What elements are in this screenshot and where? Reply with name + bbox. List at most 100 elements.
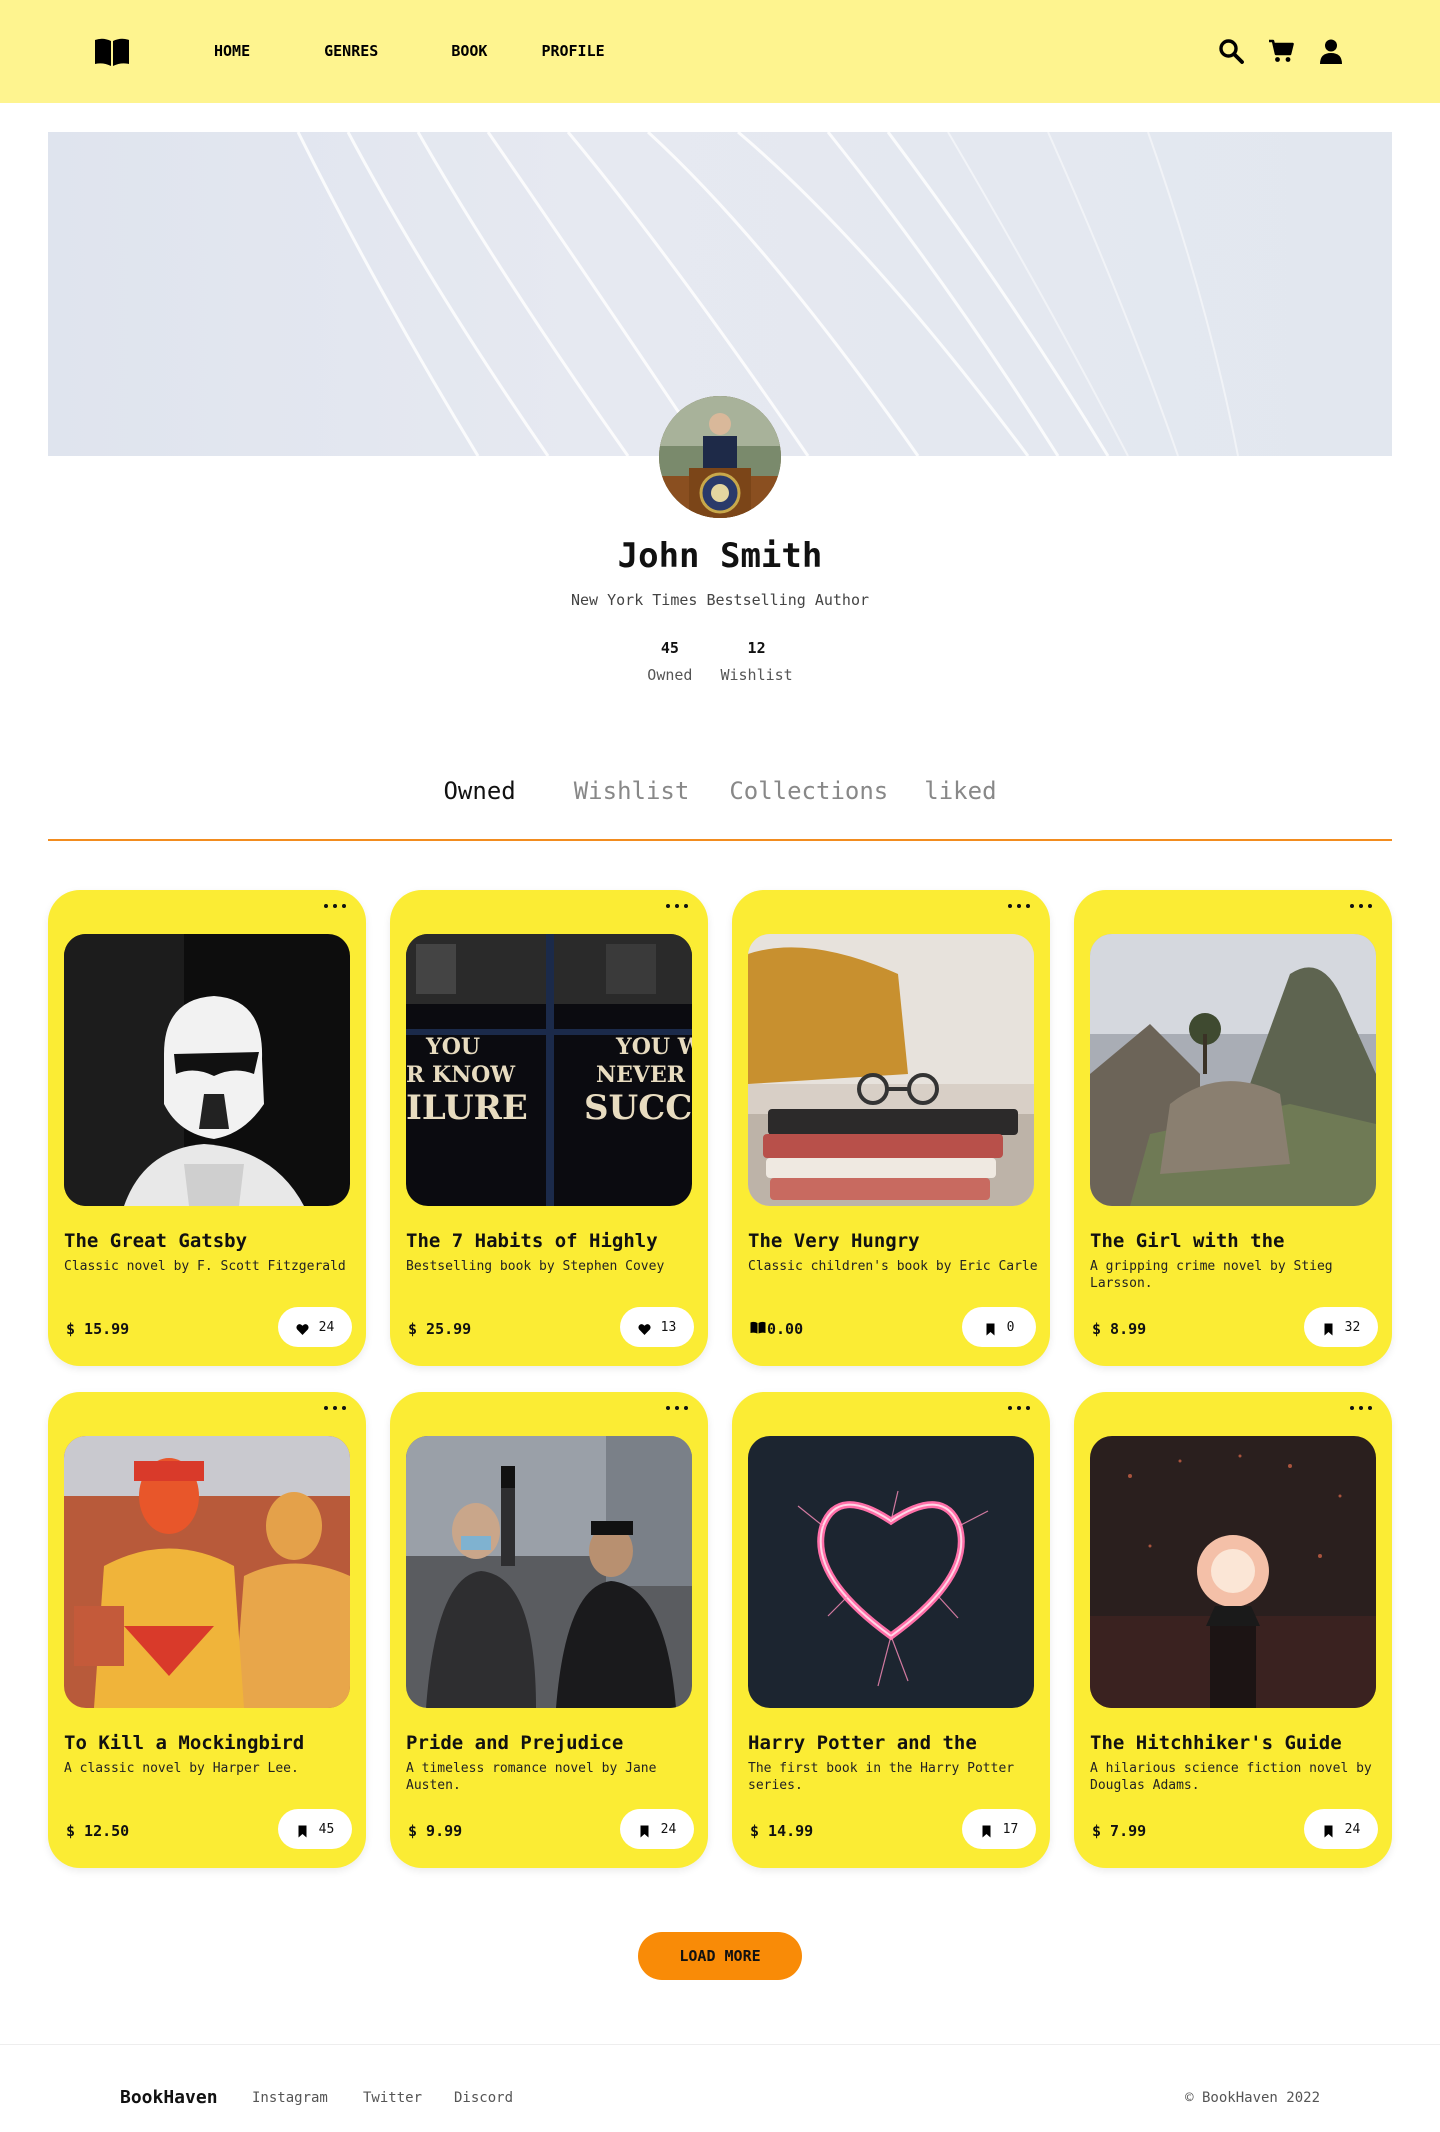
book-title: Harry Potter and the bbox=[748, 1732, 977, 1754]
bookmark-button[interactable]: 0 bbox=[962, 1307, 1036, 1347]
more-options-icon[interactable] bbox=[666, 1402, 688, 1414]
bookmark-count: 0 bbox=[1006, 1319, 1015, 1335]
more-options-icon[interactable] bbox=[324, 900, 346, 912]
bookmark-icon bbox=[1322, 1823, 1335, 1837]
book-price: 0.00 bbox=[750, 1320, 803, 1338]
svg-text:YOU: YOU bbox=[425, 1034, 480, 1060]
footer: BookHaven Instagram Twitter Discord © Bo… bbox=[0, 2044, 1440, 2132]
avatar[interactable] bbox=[659, 396, 781, 518]
stat-label: Wishlist bbox=[720, 666, 793, 684]
book-price: $ 15.99 bbox=[66, 1320, 130, 1338]
book-title: The Very Hungry bbox=[748, 1230, 920, 1252]
book-cover-image[interactable] bbox=[406, 1436, 692, 1708]
bookmark-button[interactable]: 45 bbox=[278, 1809, 352, 1849]
book-description: The first book in the Harry Potter serie… bbox=[748, 1761, 1015, 1793]
book-title: To Kill a Mockingbird bbox=[64, 1732, 305, 1754]
svg-text:NEVER KN: NEVER KN bbox=[596, 1062, 692, 1088]
tab-wishlist[interactable]: Wishlist bbox=[574, 777, 690, 805]
footer-link-discord[interactable]: Discord bbox=[454, 2090, 513, 2106]
stat-owned: 45 Owned bbox=[647, 639, 692, 684]
book-cover-image[interactable] bbox=[64, 934, 350, 1206]
more-options-icon[interactable] bbox=[1350, 1402, 1372, 1414]
book-card[interactable]: Pride and Prejudice A timeless romance n… bbox=[390, 1392, 708, 1868]
bookmark-count: 24 bbox=[660, 1821, 677, 1837]
book-title: The Great Gatsby bbox=[64, 1230, 248, 1252]
profile-tabs: Owned Wishlist Collections liked bbox=[0, 777, 1440, 805]
book-description: A timeless romance novel by Jane Austen. bbox=[406, 1761, 657, 1793]
book-card[interactable]: Harry Potter and the The first book in t… bbox=[732, 1392, 1050, 1868]
book-grid: The Great Gatsby Classic novel by F. Sco… bbox=[48, 890, 1392, 1868]
svg-text:YOU WI: YOU WI bbox=[615, 1034, 692, 1060]
like-button[interactable]: 24 bbox=[278, 1307, 352, 1347]
bookmark-count: 24 bbox=[1344, 1821, 1361, 1837]
search-icon[interactable] bbox=[1218, 38, 1244, 64]
stat-value: 45 bbox=[660, 639, 679, 657]
top-nav: HOME GENRES BOOK PROFILE bbox=[0, 0, 1440, 103]
svg-text:R KNOW: R KNOW bbox=[406, 1062, 515, 1088]
book-cover-image[interactable] bbox=[64, 1436, 350, 1708]
more-options-icon[interactable] bbox=[1008, 900, 1030, 912]
tab-owned[interactable]: Owned bbox=[443, 777, 515, 805]
bookmark-button[interactable]: 24 bbox=[620, 1809, 694, 1849]
profile-name: John Smith bbox=[617, 536, 823, 576]
book-description: Bestselling book by Stephen Covey bbox=[406, 1259, 665, 1274]
book-card[interactable]: The Very Hungry Classic children's book … bbox=[732, 890, 1050, 1366]
book-card[interactable]: To Kill a Mockingbird A classic novel by… bbox=[48, 1392, 366, 1868]
nav-link-profile[interactable]: PROFILE bbox=[541, 42, 604, 60]
book-card[interactable]: The Great Gatsby Classic novel by F. Sco… bbox=[48, 890, 366, 1366]
more-options-icon[interactable] bbox=[1350, 900, 1372, 912]
nav-link-genres[interactable]: GENRES bbox=[324, 42, 378, 60]
book-cover-image[interactable] bbox=[1090, 1436, 1376, 1708]
stat-label: Owned bbox=[647, 666, 693, 684]
bookmark-icon bbox=[980, 1823, 993, 1837]
nav-link-home[interactable]: HOME bbox=[214, 42, 250, 60]
like-count: 13 bbox=[660, 1319, 677, 1335]
tab-collections[interactable]: Collections bbox=[729, 777, 888, 805]
book-description: Classic children's book by Eric Carle bbox=[748, 1259, 1038, 1274]
footer-brand[interactable]: BookHaven bbox=[120, 2087, 218, 2108]
cart-icon[interactable] bbox=[1268, 38, 1294, 64]
book-open-icon[interactable] bbox=[94, 37, 130, 67]
book-title: The Hitchhiker's Guide bbox=[1090, 1732, 1342, 1754]
profile-stats: 45 Owned 12 Wishlist bbox=[0, 639, 1440, 684]
book-price: $ 25.99 bbox=[408, 1320, 472, 1338]
bookmark-button[interactable]: 17 bbox=[962, 1809, 1036, 1849]
book-description: A gripping crime novel by Stieg Larsson. bbox=[1090, 1259, 1333, 1291]
book-title: The Girl with the bbox=[1090, 1230, 1285, 1252]
book-cover-image[interactable] bbox=[748, 934, 1034, 1206]
footer-link-instagram[interactable]: Instagram bbox=[252, 2090, 328, 2106]
book-price: $ 12.50 bbox=[66, 1822, 130, 1840]
book-price: $ 9.99 bbox=[408, 1822, 463, 1840]
bookmark-count: 17 bbox=[1002, 1821, 1019, 1837]
book-description: A hilarious science fiction novel by Dou… bbox=[1090, 1761, 1372, 1793]
tab-underline bbox=[48, 839, 1392, 841]
book-card[interactable]: The Girl with the A gripping crime novel… bbox=[1074, 890, 1392, 1366]
book-description: A classic novel by Harper Lee. bbox=[64, 1761, 299, 1776]
more-options-icon[interactable] bbox=[666, 900, 688, 912]
load-more-button[interactable]: LOAD MORE bbox=[638, 1932, 802, 1980]
footer-link-twitter[interactable]: Twitter bbox=[363, 2090, 422, 2106]
book-price: $ 14.99 bbox=[750, 1822, 814, 1840]
book-cover-image[interactable] bbox=[1090, 934, 1376, 1206]
bookmark-button[interactable]: 32 bbox=[1304, 1307, 1378, 1347]
more-options-icon[interactable] bbox=[1008, 1402, 1030, 1414]
nav-link-book[interactable]: BOOK bbox=[451, 42, 487, 60]
more-options-icon[interactable] bbox=[324, 1402, 346, 1414]
stat-wishlist: 12 Wishlist bbox=[720, 639, 792, 684]
book-cover-image[interactable]: YOUR KNOWILURE YOU WINEVER KNSUCCE bbox=[406, 934, 692, 1206]
bookmark-button[interactable]: 24 bbox=[1304, 1809, 1378, 1849]
like-count: 24 bbox=[318, 1319, 335, 1335]
like-button[interactable]: 13 bbox=[620, 1307, 694, 1347]
book-card[interactable]: YOUR KNOWILURE YOU WINEVER KNSUCCE The 7 … bbox=[390, 890, 708, 1366]
tab-liked[interactable]: liked bbox=[924, 777, 996, 805]
book-card[interactable]: The Hitchhiker's Guide A hilarious scien… bbox=[1074, 1392, 1392, 1868]
svg-text:SUCCE: SUCCE bbox=[584, 1088, 692, 1128]
bookmark-count: 45 bbox=[318, 1821, 335, 1837]
book-title: Pride and Prejudice bbox=[406, 1732, 624, 1754]
heart-icon bbox=[638, 1321, 651, 1335]
svg-text:ILURE: ILURE bbox=[406, 1088, 528, 1128]
book-price: $ 7.99 bbox=[1092, 1822, 1147, 1840]
user-icon[interactable] bbox=[1318, 38, 1344, 64]
book-cover-image[interactable] bbox=[748, 1436, 1034, 1708]
profile-subtitle: New York Times Bestselling Author bbox=[570, 591, 869, 609]
